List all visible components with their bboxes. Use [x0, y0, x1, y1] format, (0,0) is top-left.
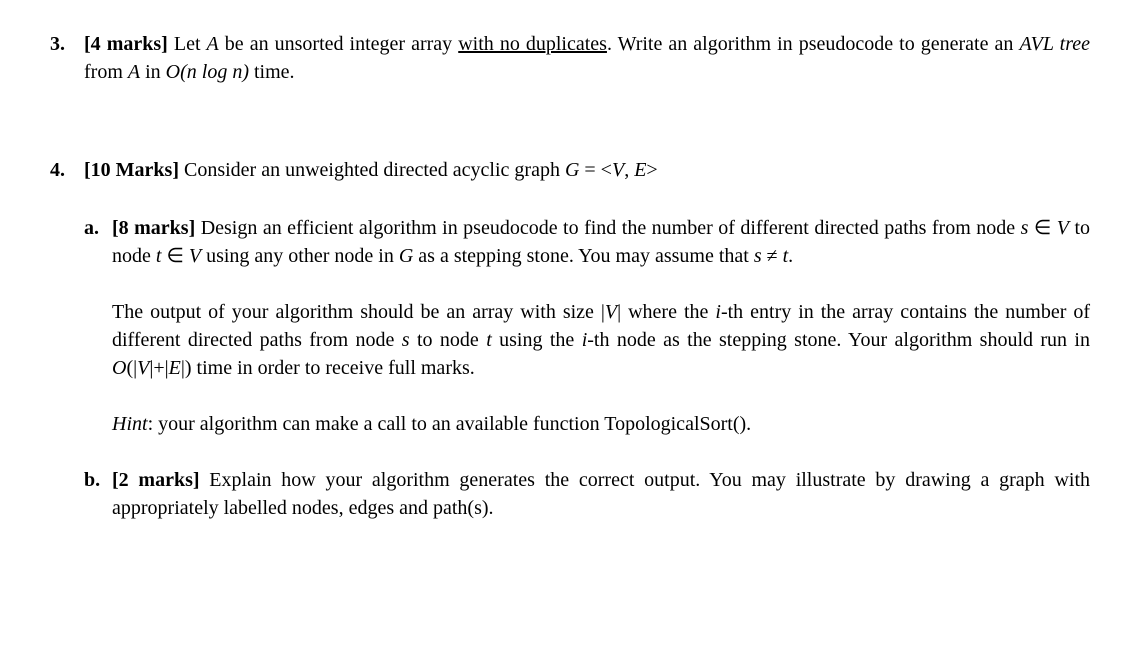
question-4: 4. [10 Marks] Consider an unweighted dir…: [50, 156, 1090, 522]
q3-avl: AVL tree: [1019, 33, 1090, 55]
q4a-p2-5: using the: [492, 329, 582, 351]
q4a-p1-3: using any other node in: [201, 245, 399, 267]
q3-text-6: time.: [249, 61, 295, 83]
q4a-p2-9: |) time in order to receive full marks.: [181, 357, 475, 379]
q4a-var-V2: V: [189, 245, 201, 267]
q4a-hint-label: Hint: [112, 413, 148, 435]
question-4-header: 4. [10 Marks] Consider an unweighted dir…: [50, 156, 1090, 184]
question-4b: b. [2 marks] Explain how your algorithm …: [84, 466, 1090, 522]
q4a-elem1: ∈: [1028, 217, 1056, 239]
q4a-complexity: O: [112, 357, 126, 379]
question-4b-body: [2 marks] Explain how your algorithm gen…: [112, 466, 1090, 522]
q3-text-4: from: [84, 61, 128, 83]
q4a-elem2: ∈: [161, 245, 188, 267]
question-4a-hint: Hint: your algorithm can make a call to …: [112, 410, 1090, 438]
q4a-p2-4: to node: [410, 329, 487, 351]
q3-var-A: A: [207, 33, 219, 55]
question-4a-label: a.: [84, 214, 112, 242]
q4a-p2-6: -th node as the stepping stone. Your alg…: [587, 329, 1090, 351]
q4-var-G: G: [565, 159, 579, 181]
q4-comma: ,: [624, 159, 634, 181]
question-4a-body: [8 marks] Design an efficient algorithm …: [112, 214, 1090, 438]
q4a-p1-4: as a stepping stone. You may assume that: [413, 245, 754, 267]
question-3-marks: [4 marks]: [84, 33, 168, 55]
q4a-var-V3: V: [605, 301, 617, 323]
question-4a-para2: The output of your algorithm should be a…: [112, 298, 1090, 382]
q4-var-V: V: [612, 159, 624, 181]
q4a-p2-8: |+|: [149, 357, 168, 379]
q3-text-2: be an unsorted integer array: [219, 33, 458, 55]
q4a-p1-1: Design an efficient algorithm in pseudoc…: [195, 217, 1020, 239]
question-4a: a. [8 marks] Design an efficient algorit…: [84, 214, 1090, 438]
q3-complexity: O(n log n): [166, 61, 249, 83]
q4b-text: Explain how your algorithm generates the…: [112, 469, 1090, 519]
question-4-subparts: a. [8 marks] Design an efficient algorit…: [50, 214, 1090, 522]
q4a-p2-7: (|: [126, 357, 137, 379]
q4a-var-V4: V: [137, 357, 149, 379]
question-3-header: 3. [4 marks] Let A be an unsorted intege…: [50, 30, 1090, 86]
q4a-var-E: E: [169, 357, 181, 379]
q4a-p1-5: .: [788, 245, 793, 267]
question-3-body: [4 marks] Let A be an unsorted integer a…: [84, 30, 1090, 86]
q4-close: >: [646, 159, 657, 181]
question-4a-marks: [8 marks]: [112, 217, 195, 239]
question-4-body: [10 Marks] Consider an unweighted direct…: [84, 156, 1090, 184]
q3-underlined: with no duplicates: [458, 33, 607, 55]
q4a-neq: ≠: [762, 245, 783, 267]
q4a-var-s3: s: [402, 329, 410, 351]
question-4-marks: [10 Marks]: [84, 159, 179, 181]
q4-var-E: E: [634, 159, 646, 181]
q3-text-1: Let: [168, 33, 207, 55]
q4a-p2-1: The output of your algorithm should be a…: [112, 301, 605, 323]
q3-text-5: in: [140, 61, 166, 83]
q4-text-1: Consider an unweighted directed acyclic …: [179, 159, 565, 181]
q4a-hint-text: : your algorithm can make a call to an a…: [148, 413, 752, 435]
q4a-p2-2: | where the: [617, 301, 715, 323]
question-4-number: 4.: [50, 156, 84, 184]
q3-text-3: . Write an algorithm in pseudocode to ge…: [607, 33, 1019, 55]
q4a-var-G: G: [399, 245, 413, 267]
q4-eq: = <: [579, 159, 612, 181]
q4a-var-V1: V: [1057, 217, 1069, 239]
question-3: 3. [4 marks] Let A be an unsorted intege…: [50, 30, 1090, 86]
q4a-var-s2: s: [754, 245, 762, 267]
question-3-number: 3.: [50, 30, 84, 58]
question-4b-label: b.: [84, 466, 112, 494]
q3-var-A2: A: [128, 61, 140, 83]
question-4b-marks: [2 marks]: [112, 469, 200, 491]
